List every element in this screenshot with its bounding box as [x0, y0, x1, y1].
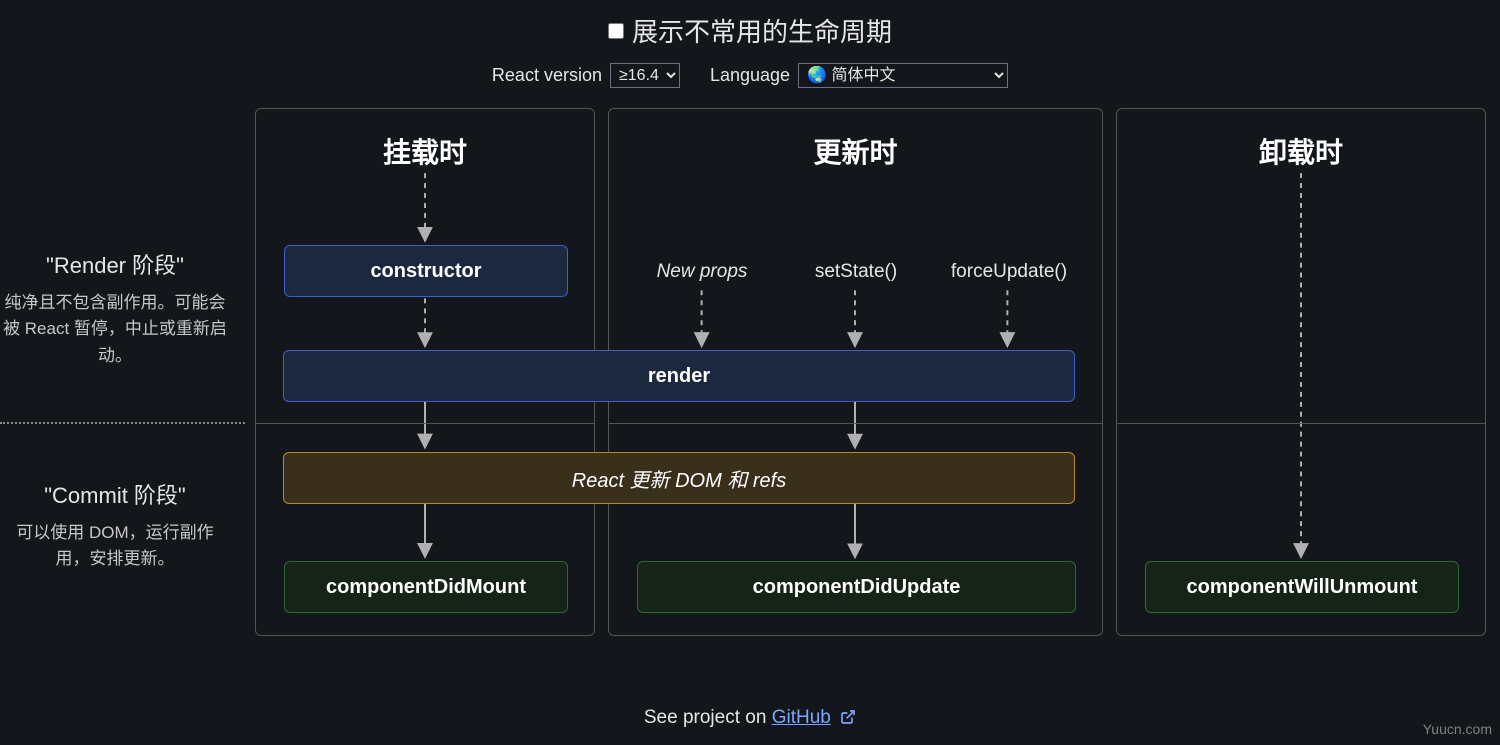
box-component-will-unmount[interactable]: componentWillUnmount: [1145, 561, 1459, 613]
watermark: Yuucn.com: [1423, 721, 1492, 737]
column-unmounting-divider: [1117, 423, 1485, 424]
footer-prefix: See project on: [644, 707, 772, 728]
trigger-force-update: forceUpdate(): [939, 261, 1079, 283]
lifecycle-diagram: "Render 阶段" 纯净且不包含副作用。可能会被 React 暂停，中止或重…: [0, 108, 1500, 668]
box-component-did-update[interactable]: componentDidUpdate: [637, 561, 1076, 613]
language-select[interactable]: 🌏 简体中文: [798, 63, 1008, 88]
column-mounting-divider: [256, 423, 594, 424]
column-updating-divider: [609, 423, 1102, 424]
show-uncommon-checkbox-label[interactable]: 展示不常用的生命周期: [0, 12, 1500, 49]
trigger-set-state: setState(): [786, 261, 926, 283]
box-constructor[interactable]: constructor: [284, 245, 568, 297]
external-link-icon: [840, 709, 856, 731]
phase-render: "Render 阶段" 纯净且不包含副作用。可能会被 React 暂停，中止或重…: [0, 248, 230, 369]
phase-divider: [0, 422, 245, 424]
column-mounting-title: 挂载时: [256, 131, 594, 171]
phase-commit: "Commit 阶段" 可以使用 DOM，运行副作用，安排更新。: [0, 478, 230, 573]
show-uncommon-text: 展示不常用的生命周期: [632, 12, 892, 49]
phase-commit-title: "Commit 阶段": [0, 478, 230, 510]
column-unmounting: 卸载时 componentWillUnmount: [1116, 108, 1486, 636]
show-uncommon-checkbox[interactable]: [608, 23, 624, 39]
language-label: Language: [710, 65, 790, 86]
box-render[interactable]: render: [283, 350, 1075, 402]
box-component-did-mount[interactable]: componentDidMount: [284, 561, 568, 613]
footer: See project on GitHub: [0, 707, 1500, 731]
phase-render-desc: 纯净且不包含副作用。可能会被 React 暂停，中止或重新启动。: [0, 290, 230, 369]
react-version-select[interactable]: ≥16.4: [610, 63, 680, 88]
phase-commit-desc: 可以使用 DOM，运行副作用，安排更新。: [0, 520, 230, 573]
phase-render-title: "Render 阶段": [0, 248, 230, 280]
box-react-updates-dom: React 更新 DOM 和 refs: [283, 452, 1075, 504]
column-updating-title: 更新时: [609, 131, 1102, 171]
column-unmounting-title: 卸载时: [1117, 131, 1485, 171]
trigger-new-props: New props: [632, 261, 772, 283]
github-link[interactable]: GitHub: [772, 707, 831, 728]
react-version-label: React version: [492, 65, 602, 86]
